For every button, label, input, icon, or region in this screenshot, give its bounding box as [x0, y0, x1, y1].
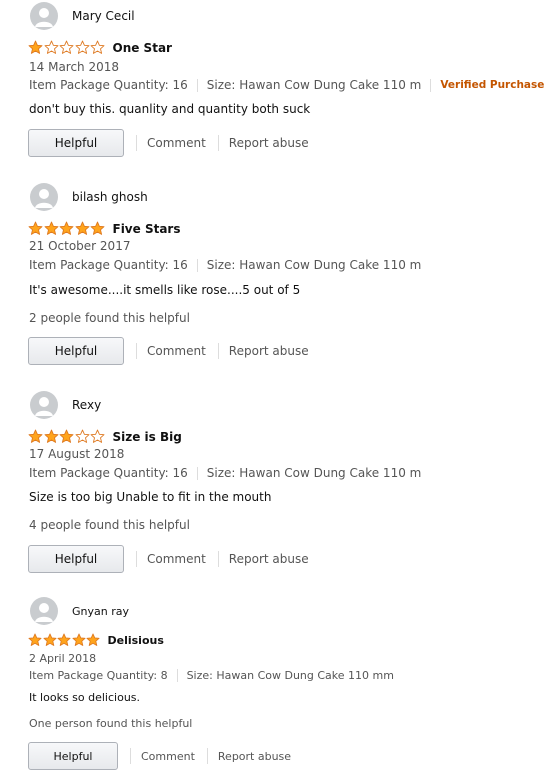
- star-filled-icon: [75, 221, 89, 235]
- helpful-button[interactable]: Helpful: [28, 337, 124, 365]
- star-filled-icon: [86, 633, 100, 646]
- divider: [130, 748, 131, 764]
- star-filled-icon: [28, 221, 43, 235]
- review-text: don't buy this. quanlity and quantity bo…: [29, 102, 311, 116]
- star-rating[interactable]: [28, 221, 106, 236]
- comment-link[interactable]: Comment: [147, 344, 206, 358]
- review-title[interactable]: Delisious: [108, 634, 164, 647]
- comment-link[interactable]: Comment: [147, 552, 206, 566]
- star-filled-icon: [59, 429, 74, 443]
- avatar: [30, 2, 58, 30]
- divider: [196, 78, 198, 92]
- divider: [136, 135, 137, 151]
- divider: [176, 669, 178, 682]
- author-name: Rexy: [72, 398, 102, 412]
- star-rating[interactable]: [28, 40, 106, 55]
- review-text: It's awesome....it smells like rose....5…: [29, 283, 301, 297]
- user-silhouette-icon: [35, 603, 53, 622]
- helpful-button[interactable]: Helpful: [28, 742, 118, 770]
- review-author[interactable]: Gnyan ray: [30, 597, 129, 625]
- comment-link[interactable]: Comment: [141, 750, 195, 763]
- star-filled-icon: [44, 429, 58, 443]
- star-filled-icon: [90, 221, 105, 235]
- review-author[interactable]: Mary Cecil: [30, 2, 135, 30]
- report-abuse-link[interactable]: Report abuse: [229, 552, 309, 566]
- star-filled-icon: [72, 633, 85, 646]
- helpful-count: One person found this helpful: [29, 717, 193, 730]
- review-author[interactable]: bilash ghosh: [30, 183, 148, 211]
- comment-link[interactable]: Comment: [147, 136, 206, 150]
- author-name: Mary Cecil: [72, 9, 135, 23]
- star-filled-icon: [43, 633, 56, 646]
- item-size[interactable]: Size: Hawan Cow Dung Cake 110 m: [207, 258, 422, 272]
- star-empty-icon: [90, 429, 105, 443]
- star-filled-icon: [57, 633, 71, 646]
- divider: [217, 135, 219, 151]
- review-text: Size is too big Unable to fit in the mou…: [29, 490, 272, 504]
- helpful-count: 4 people found this helpful: [29, 518, 190, 532]
- review-date: 2 April 2018: [29, 652, 97, 665]
- review-title[interactable]: Size is Big: [113, 430, 182, 444]
- review-date: 17 August 2018: [29, 447, 125, 461]
- star-rating[interactable]: [28, 633, 101, 647]
- review-text: It looks so delicious.: [29, 691, 141, 704]
- star-filled-icon: [59, 221, 74, 235]
- star-empty-icon: [90, 40, 105, 54]
- star-empty-icon: [59, 40, 74, 54]
- avatar: [30, 183, 58, 211]
- item-size[interactable]: Size: Hawan Cow Dung Cake 110 m: [207, 466, 422, 480]
- avatar: [30, 391, 58, 419]
- review-title[interactable]: One Star: [113, 41, 172, 55]
- author-name: Gnyan ray: [72, 604, 129, 618]
- star-filled-icon: [28, 40, 43, 54]
- divider: [217, 551, 219, 567]
- item-quantity[interactable]: Item Package Quantity: 16: [29, 466, 188, 480]
- star-empty-icon: [75, 40, 89, 54]
- avatar: [30, 597, 58, 625]
- review-author[interactable]: Rexy: [30, 391, 101, 419]
- divider: [206, 748, 208, 764]
- helpful-button[interactable]: Helpful: [28, 129, 124, 157]
- divider: [430, 78, 432, 92]
- star-filled-icon: [28, 429, 43, 443]
- item-quantity[interactable]: Item Package Quantity: 16: [29, 258, 188, 272]
- review-date: 21 October 2017: [29, 239, 131, 253]
- report-abuse-link[interactable]: Report abuse: [229, 136, 309, 150]
- user-silhouette-icon: [35, 8, 53, 27]
- divider: [217, 343, 219, 359]
- item-quantity[interactable]: Item Package Quantity: 16: [29, 78, 188, 92]
- item-size[interactable]: Size: Hawan Cow Dung Cake 110 mm: [187, 669, 394, 682]
- item-size[interactable]: Size: Hawan Cow Dung Cake 110 m: [207, 78, 422, 92]
- star-rating[interactable]: [28, 429, 106, 444]
- star-filled-icon: [44, 221, 58, 235]
- divider: [136, 343, 137, 359]
- author-name: bilash ghosh: [72, 190, 148, 204]
- star-empty-icon: [75, 429, 89, 443]
- user-silhouette-icon: [35, 189, 53, 208]
- report-abuse-link[interactable]: Report abuse: [218, 750, 291, 763]
- helpful-count: 2 people found this helpful: [29, 311, 190, 325]
- divider: [196, 466, 198, 480]
- divider: [136, 551, 137, 567]
- verified-purchase-badge: Verified Purchase: [440, 79, 545, 91]
- review-date: 14 March 2018: [29, 60, 120, 74]
- item-quantity[interactable]: Item Package Quantity: 8: [29, 669, 168, 682]
- report-abuse-link[interactable]: Report abuse: [229, 344, 309, 358]
- star-empty-icon: [44, 40, 58, 54]
- user-silhouette-icon: [35, 397, 53, 416]
- helpful-button[interactable]: Helpful: [28, 545, 124, 573]
- star-filled-icon: [28, 633, 42, 646]
- review-title[interactable]: Five Stars: [113, 222, 181, 236]
- divider: [196, 258, 198, 272]
